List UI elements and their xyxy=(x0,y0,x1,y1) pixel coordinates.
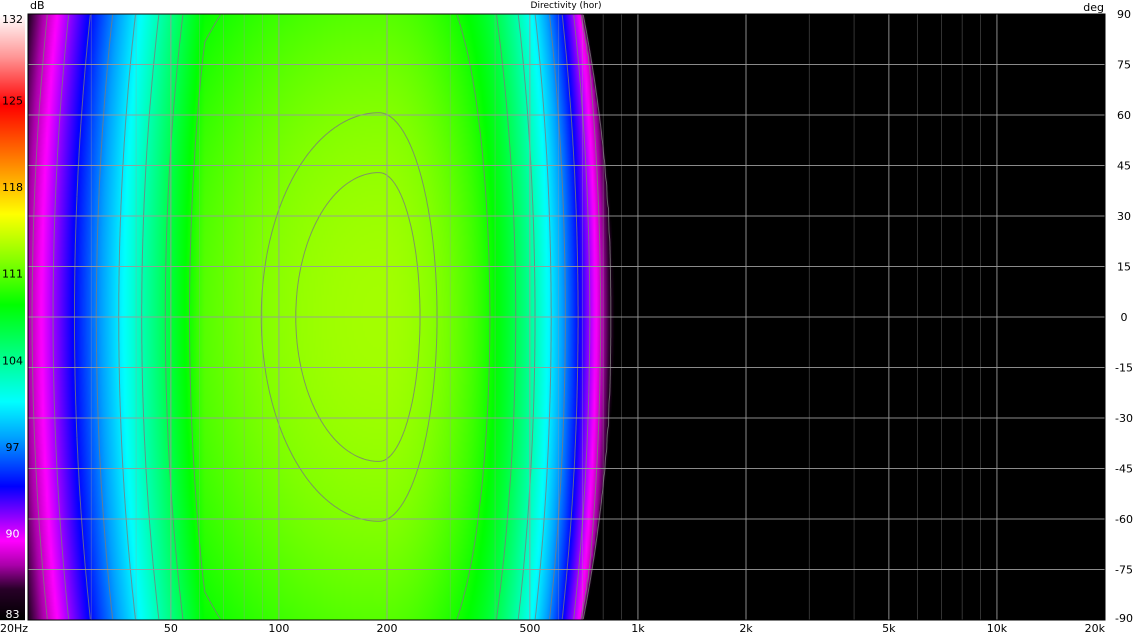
y-tick-label: 60 xyxy=(1117,109,1131,122)
x-tick-label: 20k xyxy=(1085,622,1106,635)
colorbar-unit-label: dB xyxy=(30,0,45,12)
y-tick-label: -90 xyxy=(1115,612,1133,625)
y-tick-label: -15 xyxy=(1115,362,1133,375)
colorbar-tick-label: 111 xyxy=(2,268,23,281)
x-tick-label: 10k xyxy=(987,622,1008,635)
colorbar-tick-label: 83 xyxy=(6,608,20,621)
x-tick-label: 1k xyxy=(631,622,645,635)
x-tick-label: 500 xyxy=(519,622,540,635)
y-tick-label: -75 xyxy=(1115,564,1133,577)
y-tick-label: -60 xyxy=(1115,513,1133,526)
directivity-chart: Directivity (hor) dB deg 20Hz 50 100 200 500… xyxy=(0,0,1135,637)
y-tick-label: -45 xyxy=(1115,463,1133,476)
colorbar-tick-label: 118 xyxy=(2,181,23,194)
x-tick-label: 20Hz xyxy=(0,622,28,635)
colorbar-tick-label: 125 xyxy=(2,95,23,108)
chart-title: Directivity (hor) xyxy=(531,1,602,11)
x-tick-label: 200 xyxy=(377,622,398,635)
x-tick-label: 2k xyxy=(739,622,753,635)
y-tick-label: 0 xyxy=(1121,311,1128,324)
y-axis-unit-label: deg xyxy=(1083,1,1104,14)
y-tick-label: 15 xyxy=(1117,261,1131,274)
y-tick-label: 45 xyxy=(1117,160,1131,173)
colorbar-tick-label: 132 xyxy=(2,13,23,26)
x-tick-label: 100 xyxy=(268,622,289,635)
y-tick-label: 75 xyxy=(1117,59,1131,72)
x-tick-label: 5k xyxy=(882,622,896,635)
y-tick-label: 90 xyxy=(1117,8,1131,21)
y-tick-label: 30 xyxy=(1117,210,1131,223)
colorbar-tick-label: 97 xyxy=(6,441,20,454)
colorbar-tick-label: 104 xyxy=(2,354,23,367)
x-tick-label: 50 xyxy=(164,622,178,635)
colorbar-tick-label: 90 xyxy=(6,527,20,540)
y-tick-label: -30 xyxy=(1115,412,1133,425)
